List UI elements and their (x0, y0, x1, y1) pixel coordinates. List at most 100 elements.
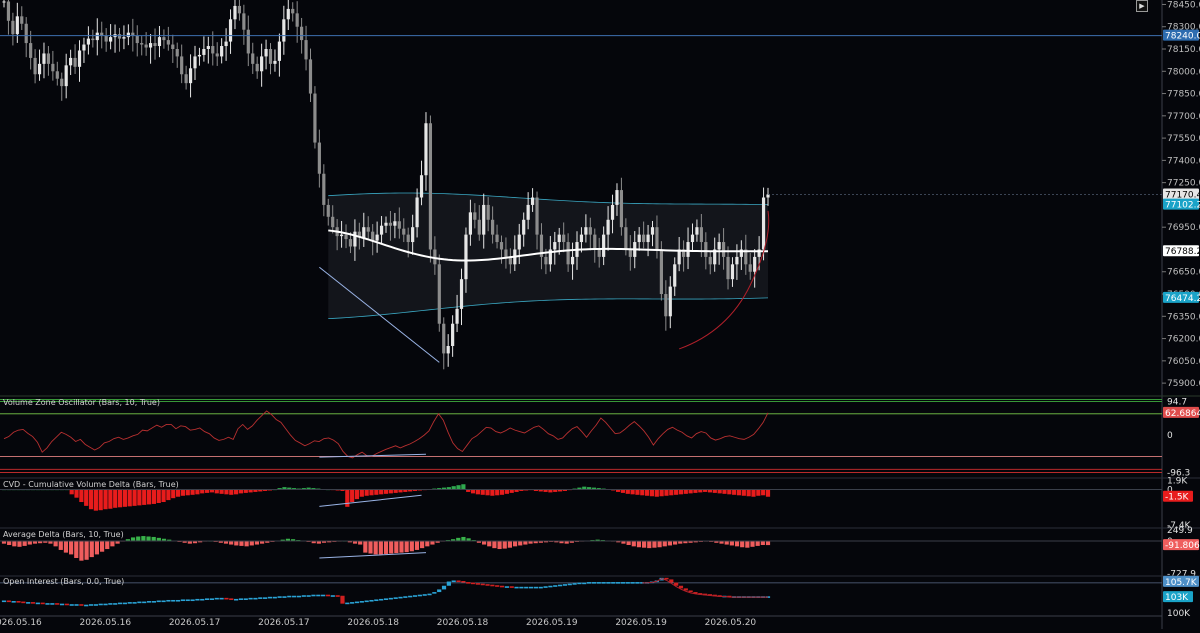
cvd-bar (195, 489, 200, 495)
cvd-bar (393, 489, 398, 493)
cvd-bar (359, 489, 364, 497)
price-tick-label: 78450.0 (1167, 0, 1200, 10)
candle-body (148, 43, 153, 48)
avg-delta-bar (420, 540, 425, 549)
cvd-bar (190, 489, 195, 495)
avg-delta-bar (647, 540, 652, 549)
oi-bar (393, 597, 398, 599)
cvd-bar (243, 489, 248, 493)
candle-body (704, 242, 708, 257)
candle-body (593, 234, 597, 250)
candle-body (188, 68, 193, 84)
oi-bar (209, 598, 215, 600)
cvd-pane-title: CVD - Cumulative Volume Delta (Bars, Tru… (3, 480, 179, 489)
avg-delta-bar (414, 540, 420, 550)
candle-body (55, 71, 59, 79)
candle-body (428, 123, 433, 250)
candle-body (499, 242, 504, 250)
oi-bar (461, 580, 466, 583)
panel-toggle-icon[interactable]: ▶ (1136, 0, 1148, 12)
candle-body (553, 242, 557, 250)
oi-bar (30, 602, 36, 604)
avg-delta-bar (404, 540, 409, 553)
cvd-bar (388, 489, 393, 494)
candle-body (637, 234, 641, 243)
cvd-bar (364, 489, 369, 496)
avg-delta-bar (358, 540, 363, 545)
candle-body (175, 49, 179, 57)
candle-body (317, 142, 321, 174)
candle-body (224, 41, 228, 47)
avg-delta-bar (497, 540, 502, 550)
price-tick-label: 76950.0 (1167, 223, 1200, 233)
candle-body (642, 234, 646, 243)
avg-delta-bar (105, 540, 110, 550)
oi-bar (388, 597, 393, 600)
cvd-bar (374, 489, 379, 495)
cvd-bar (171, 489, 176, 499)
candle-body (477, 219, 481, 235)
cvd-bar (214, 489, 219, 494)
candle-body (33, 57, 37, 75)
cvd-bar (88, 489, 94, 510)
oi-bar (59, 603, 65, 606)
chart-canvas[interactable]: 78450.078300.078150.078000.077850.077700… (0, 0, 1200, 629)
avg-delta-bar (626, 540, 631, 546)
oi-bar (543, 586, 548, 588)
candle-body (313, 93, 317, 143)
avg-delta-bar (636, 540, 642, 548)
avg-delta-bar (518, 540, 523, 546)
candle-body (86, 38, 90, 45)
candle-body (140, 43, 144, 45)
candle-body (339, 234, 344, 237)
candle-body (535, 197, 539, 235)
cvd-bar (461, 484, 466, 490)
oi-bar (122, 602, 127, 605)
oi-bar (379, 598, 384, 601)
avg-delta-bar (373, 540, 378, 555)
price-tick-label: 77250.0 (1167, 179, 1200, 189)
price-tag: 76788.2 (1165, 247, 1200, 257)
avg-delta-bar (724, 540, 729, 545)
oi-pane-title: Open Interest (Bars, 0.0, True) (3, 577, 125, 586)
avg-delta-bar (399, 540, 404, 553)
cvd-bar (635, 489, 640, 495)
avg-delta-bar (667, 540, 673, 546)
avg-delta-bar (729, 540, 734, 546)
candle-body (442, 323, 446, 354)
oi-bar (127, 602, 132, 604)
avg-delta-bar (750, 540, 755, 547)
candle-body (753, 256, 757, 272)
candle-body (544, 256, 548, 265)
avg-delta-bar (74, 540, 79, 558)
cvd-bar (732, 489, 737, 495)
candle-body (588, 227, 592, 235)
avg-delta-bar (507, 540, 512, 548)
oi-bar (625, 582, 630, 584)
cvd-bar (180, 489, 186, 496)
candle-body (610, 204, 615, 220)
candle-body (606, 219, 610, 235)
candle-body (384, 222, 388, 226)
trading-chart[interactable]: 78450.078300.078150.078000.077850.077700… (0, 0, 1200, 629)
oi-bar (185, 599, 190, 602)
candle-body (184, 74, 188, 84)
candle-body (193, 56, 197, 69)
oi-bar (325, 594, 331, 597)
cvd-bar (649, 489, 655, 497)
vzo-tick-label: 94.7 (1167, 397, 1187, 407)
oi-bar (55, 603, 60, 605)
price-tick-label: 75900.0 (1167, 379, 1200, 389)
candle-body (282, 19, 286, 42)
oi-bar (16, 601, 21, 603)
oi-bar (538, 586, 543, 589)
avg-delta-bar (512, 540, 518, 547)
avg-delta-bar (141, 536, 146, 541)
candle-body (624, 227, 628, 250)
candle-body (584, 227, 588, 235)
avg-delta-bar (136, 536, 141, 541)
cvd-bar (122, 489, 127, 507)
avg-delta-bar (631, 540, 636, 547)
oi-bar (369, 599, 374, 602)
oi-bar (156, 600, 161, 603)
